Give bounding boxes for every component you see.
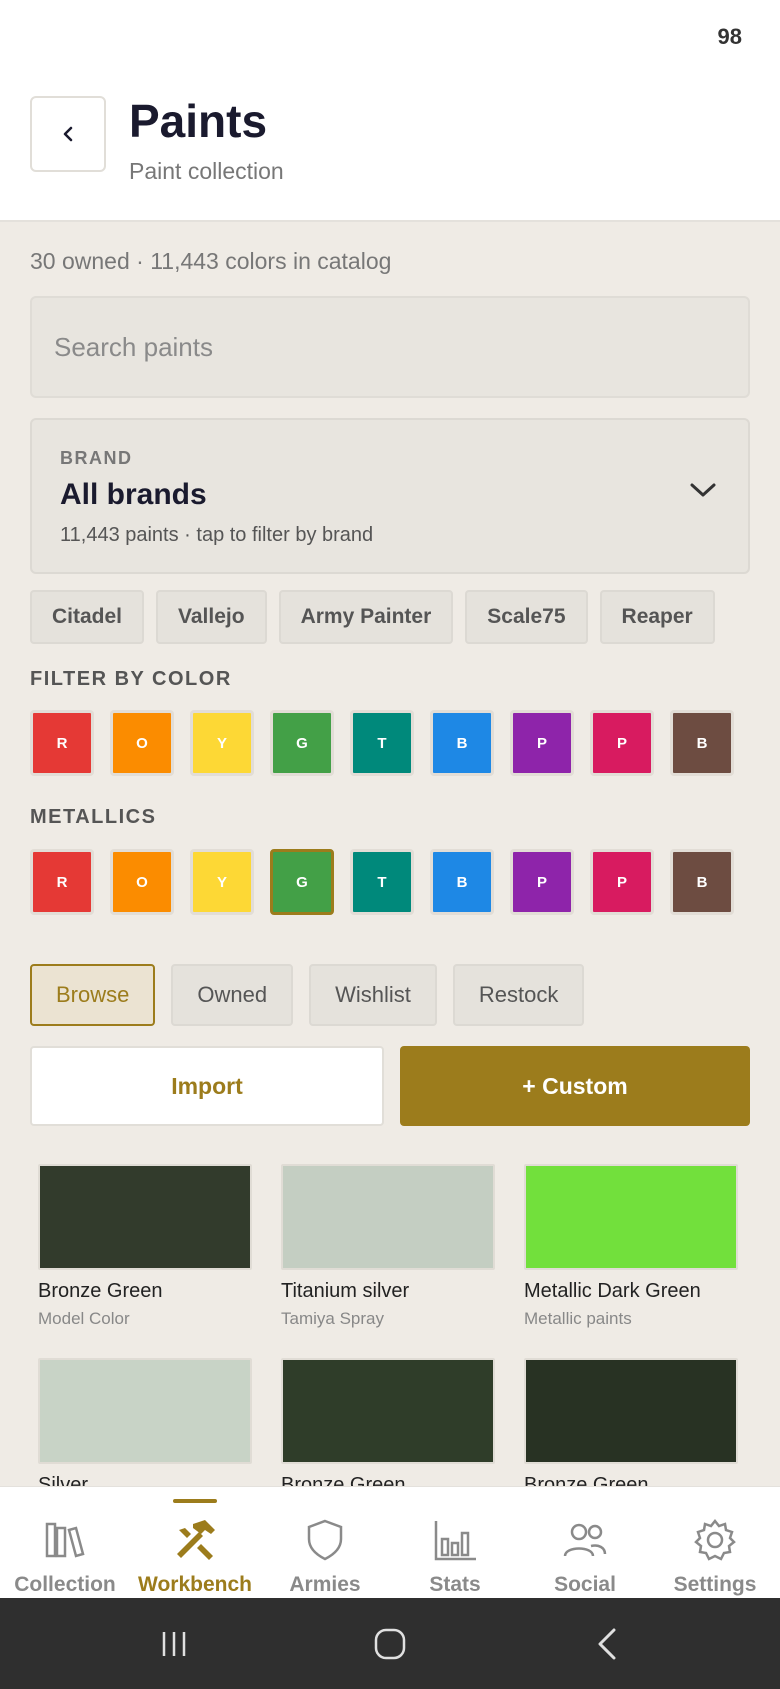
bar-chart-icon [434, 1521, 476, 1561]
metallic-filter-swatch[interactable]: G [270, 849, 334, 915]
page-subtitle: Paint collection [129, 158, 284, 184]
nav-armies[interactable]: Armies [260, 1487, 390, 1599]
brand-chip[interactable]: Scale75 [465, 590, 588, 644]
color-filter-swatch[interactable]: B [670, 710, 734, 776]
paint-card[interactable]: Bronze Green [281, 1358, 495, 1486]
paint-card[interactable]: Bronze Green Model Color [38, 1164, 252, 1329]
tab-restock[interactable]: Restock [452, 964, 585, 1026]
metallic-filter-swatch[interactable]: Y [190, 849, 254, 915]
brand-filter-dropdown[interactable]: BRAND All brands 11,443 paints · tap to … [30, 418, 750, 574]
paint-card[interactable]: Metallic Dark Green Metallic paints [524, 1164, 738, 1329]
brand-filter-label: BRAND [60, 448, 133, 468]
nav-active-indicator [173, 1499, 217, 1503]
paint-card[interactable]: Titanium silver Tamiya Spray [281, 1164, 495, 1329]
gear-icon [694, 1518, 736, 1561]
nav-social[interactable]: Social [520, 1487, 650, 1599]
metallic-filter-swatch[interactable]: R [30, 849, 94, 915]
color-filter-swatch[interactable]: B [430, 710, 494, 776]
bottom-nav: Collection Workbench Armies Stats Social… [0, 1486, 780, 1598]
metallic-filter-swatch[interactable]: P [510, 849, 574, 915]
nav-label: Social [554, 1573, 616, 1596]
metallic-filter-swatch[interactable]: P [590, 849, 654, 915]
brand-filter-hint: 11,443 paints · tap to filter by brand [60, 524, 374, 546]
nav-stats[interactable]: Stats [390, 1487, 520, 1599]
paint-brand: Model Color [38, 1309, 130, 1328]
add-custom-button[interactable]: + Custom [400, 1046, 750, 1126]
chevron-left-icon [63, 126, 73, 142]
metallic-filter-swatch[interactable]: B [430, 849, 494, 915]
paint-swatch [281, 1358, 495, 1464]
metallics-filter-row: ROYGTBPPB [30, 849, 750, 919]
paint-card[interactable]: Bronze Green [524, 1358, 738, 1486]
paint-card[interactable]: Silver [38, 1358, 252, 1486]
back-button[interactable] [30, 96, 106, 172]
brand-chips: Citadel Vallejo Army Painter Scale75 Rea… [30, 590, 715, 644]
tab-owned[interactable]: Owned [171, 964, 294, 1026]
metallic-filter-swatch[interactable]: T [350, 849, 414, 915]
color-filter-swatch[interactable]: R [30, 710, 94, 776]
status-bar: 98 [0, 0, 780, 72]
nav-label: Stats [429, 1573, 481, 1596]
recent-apps-icon [162, 1632, 186, 1656]
nav-label: Workbench [138, 1573, 252, 1596]
home-button[interactable] [360, 1620, 420, 1668]
color-filter-swatch[interactable]: G [270, 710, 334, 776]
nav-settings[interactable]: Settings [650, 1487, 780, 1599]
brand-filter-value: All brands [60, 478, 207, 511]
back-nav-button[interactable] [578, 1620, 638, 1668]
page-title: Paints [129, 95, 268, 147]
tab-wishlist[interactable]: Wishlist [309, 964, 437, 1026]
paint-grid: Bronze Green Model Color Titanium silver Ta… [38, 1164, 742, 1486]
paint-name: Metallic Dark Green [524, 1280, 701, 1302]
metallics-title: METALLICS [30, 806, 157, 828]
people-icon [563, 1523, 607, 1557]
import-button[interactable]: Import [30, 1046, 384, 1126]
brand-chip[interactable]: Vallejo [156, 590, 267, 644]
paint-swatch [281, 1164, 495, 1270]
color-filter-swatch[interactable]: O [110, 710, 174, 776]
recent-apps-button[interactable] [144, 1620, 204, 1668]
tab-browse[interactable]: Browse [30, 964, 156, 1026]
home-icon [374, 1628, 406, 1660]
color-filter-swatch[interactable]: Y [190, 710, 254, 776]
paint-name: Bronze Green [281, 1474, 406, 1486]
brand-chip[interactable]: Reaper [599, 590, 715, 644]
shield-icon [307, 1519, 343, 1561]
color-filter-swatch[interactable]: P [590, 710, 654, 776]
paint-swatch [524, 1164, 738, 1270]
color-filter-swatch[interactable]: T [350, 710, 414, 776]
chevron-down-icon [690, 483, 716, 497]
battery-level: 98 [717, 24, 742, 49]
filter-by-color-title: FILTER BY COLOR [30, 668, 232, 690]
paint-name: Silver [38, 1474, 89, 1486]
page-header: Paints Paint collection [0, 72, 780, 222]
paint-brand: Metallic paints [524, 1309, 632, 1328]
paint-swatch [38, 1358, 252, 1464]
tools-icon [177, 1520, 215, 1560]
nav-workbench[interactable]: Workbench [130, 1487, 260, 1599]
metallic-filter-swatch[interactable]: O [110, 849, 174, 915]
paint-name: Titanium silver [281, 1280, 410, 1302]
nav-label: Armies [289, 1573, 361, 1596]
color-filter-row: ROYGTBPPB [30, 710, 750, 780]
color-filter-swatch[interactable]: P [510, 710, 574, 776]
nav-label: Collection [14, 1573, 116, 1596]
paint-brand: Tamiya Spray [281, 1309, 384, 1328]
brand-chip[interactable]: Army Painter [278, 590, 454, 644]
nav-collection[interactable]: Collection [0, 1487, 130, 1599]
back-arrow-icon [598, 1628, 616, 1660]
books-icon [45, 1522, 85, 1558]
search-input[interactable] [30, 296, 750, 398]
paint-name: Bronze Green [524, 1474, 649, 1486]
paint-swatch [38, 1164, 252, 1270]
brand-chip[interactable]: Citadel [30, 590, 145, 644]
metallic-filter-swatch[interactable]: B [670, 849, 734, 915]
system-nav-bar [0, 1598, 780, 1689]
paint-swatch [524, 1358, 738, 1464]
view-tabs: Browse Owned Wishlist Restock [30, 964, 585, 1026]
paint-name: Bronze Green [38, 1280, 163, 1302]
collection-summary: 30 owned · 11,443 colors in catalog [30, 248, 392, 274]
nav-label: Settings [673, 1573, 757, 1596]
